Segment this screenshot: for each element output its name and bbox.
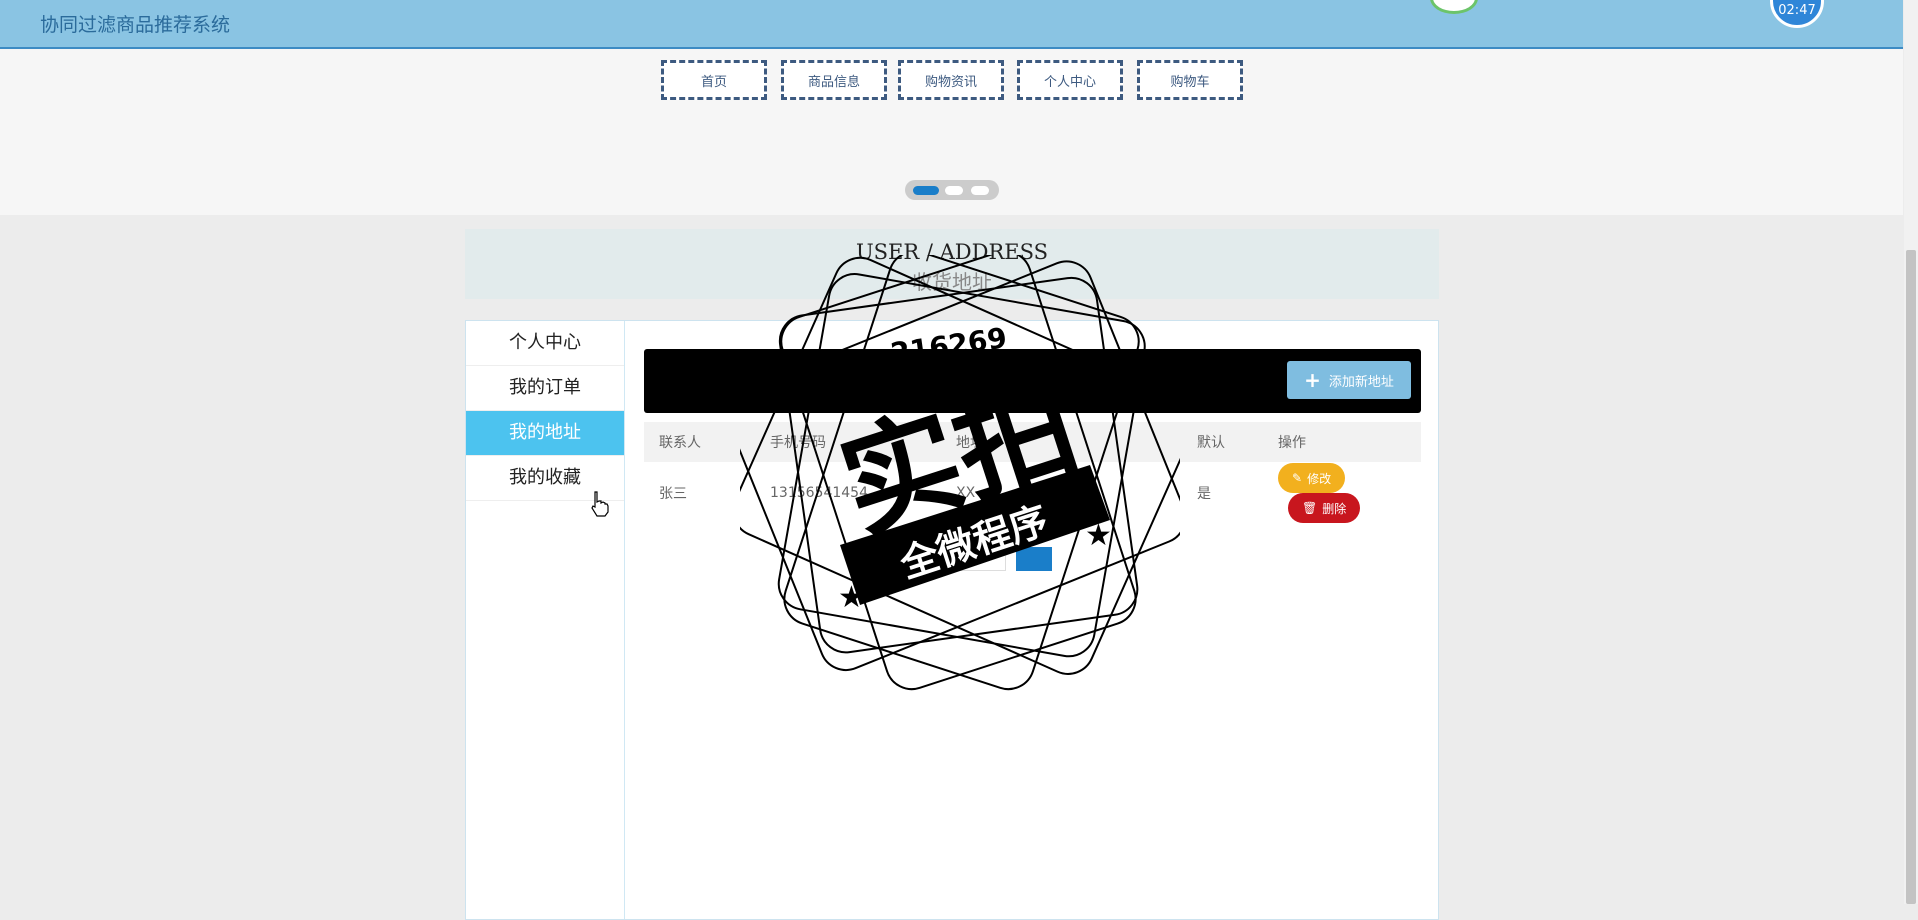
page-scrollbar[interactable] bbox=[1904, 0, 1918, 904]
nav-user-center[interactable]: 个人中心 bbox=[1017, 60, 1123, 100]
col-address: 地址 bbox=[941, 422, 1182, 462]
add-address-button[interactable]: + 添加新地址 bbox=[1287, 361, 1411, 399]
site-title: 协同过滤商品推荐系统 bbox=[40, 14, 231, 36]
sidebar-item-address[interactable]: 我的地址 bbox=[466, 411, 624, 456]
section-title-en: USER / ADDRESS bbox=[855, 240, 1049, 264]
table-row: 张三 13156541454 XX 是 ✎ 修改 🗑 删除 bbox=[644, 462, 1421, 524]
delete-button[interactable]: 🗑 删除 bbox=[1288, 493, 1361, 523]
pencil-icon: ✎ bbox=[1292, 471, 1303, 485]
delete-label: 删除 bbox=[1322, 501, 1347, 516]
pagination-current[interactable] bbox=[1016, 547, 1052, 571]
cell-default: 是 bbox=[1197, 486, 1211, 502]
section-header: USER / ADDRESS 收货地址 bbox=[465, 229, 1439, 299]
table-header-row: 联系人 手机号码 地址 默认 操作 bbox=[644, 422, 1421, 462]
sidebar-item-user-center[interactable]: 个人中心 bbox=[466, 321, 624, 366]
sidebar: 个人中心 我的订单 我的地址 我的收藏 bbox=[466, 321, 625, 919]
scrollbar-thumb[interactable] bbox=[1906, 250, 1916, 904]
nav-products[interactable]: 商品信息 bbox=[781, 60, 887, 100]
carousel-indicator bbox=[905, 180, 999, 200]
section-title-cn: 收货地址 bbox=[912, 270, 992, 294]
edit-button[interactable]: ✎ 修改 bbox=[1278, 463, 1346, 493]
cell-phone: 13156541454 bbox=[770, 485, 868, 501]
trash-icon: 🗑 bbox=[1302, 501, 1318, 515]
pagination-prev[interactable] bbox=[944, 547, 1006, 571]
cell-actions: ✎ 修改 🗑 删除 bbox=[1263, 462, 1421, 524]
main-nav: 首页 商品信息 购物资讯 个人中心 购物车 bbox=[0, 49, 1903, 118]
hand-cursor-icon bbox=[591, 491, 609, 517]
carousel-dot-2[interactable] bbox=[945, 186, 963, 195]
col-default: 默认 bbox=[1182, 422, 1263, 462]
nav-home[interactable]: 首页 bbox=[661, 60, 767, 100]
nav-news[interactable]: 购物资讯 bbox=[898, 60, 1004, 100]
plus-icon: + bbox=[1304, 368, 1321, 392]
edit-label: 修改 bbox=[1307, 471, 1332, 486]
add-address-label: 添加新地址 bbox=[1328, 374, 1394, 390]
col-actions: 操作 bbox=[1263, 422, 1421, 462]
status-circle-icon bbox=[1430, 0, 1478, 14]
col-phone: 手机号码 bbox=[755, 422, 941, 462]
cell-address: XX bbox=[956, 485, 976, 501]
address-content: + 添加新地址 联系人 手机号码 地址 默认 操作 张三 13156541454… bbox=[644, 349, 1421, 571]
carousel-dot-3[interactable] bbox=[971, 186, 989, 195]
address-table: 联系人 手机号码 地址 默认 操作 张三 13156541454 XX 是 ✎ bbox=[644, 422, 1421, 524]
carousel-dot-1[interactable] bbox=[913, 186, 939, 195]
nav-cart[interactable]: 购物车 bbox=[1137, 60, 1243, 100]
sidebar-item-orders[interactable]: 我的订单 bbox=[466, 366, 624, 411]
cell-contact: 张三 bbox=[659, 486, 687, 502]
banner-carousel bbox=[0, 118, 1903, 215]
top-header: 协同过滤商品推荐系统 02:47 bbox=[0, 0, 1903, 49]
user-panel: 个人中心 我的订单 我的地址 我的收藏 + 添加新地址 联系人 手机号码 地址 … bbox=[465, 320, 1439, 920]
clock-badge: 02:47 bbox=[1770, 0, 1824, 28]
toolbar: + 添加新地址 bbox=[644, 349, 1421, 413]
col-contact: 联系人 bbox=[644, 422, 755, 462]
